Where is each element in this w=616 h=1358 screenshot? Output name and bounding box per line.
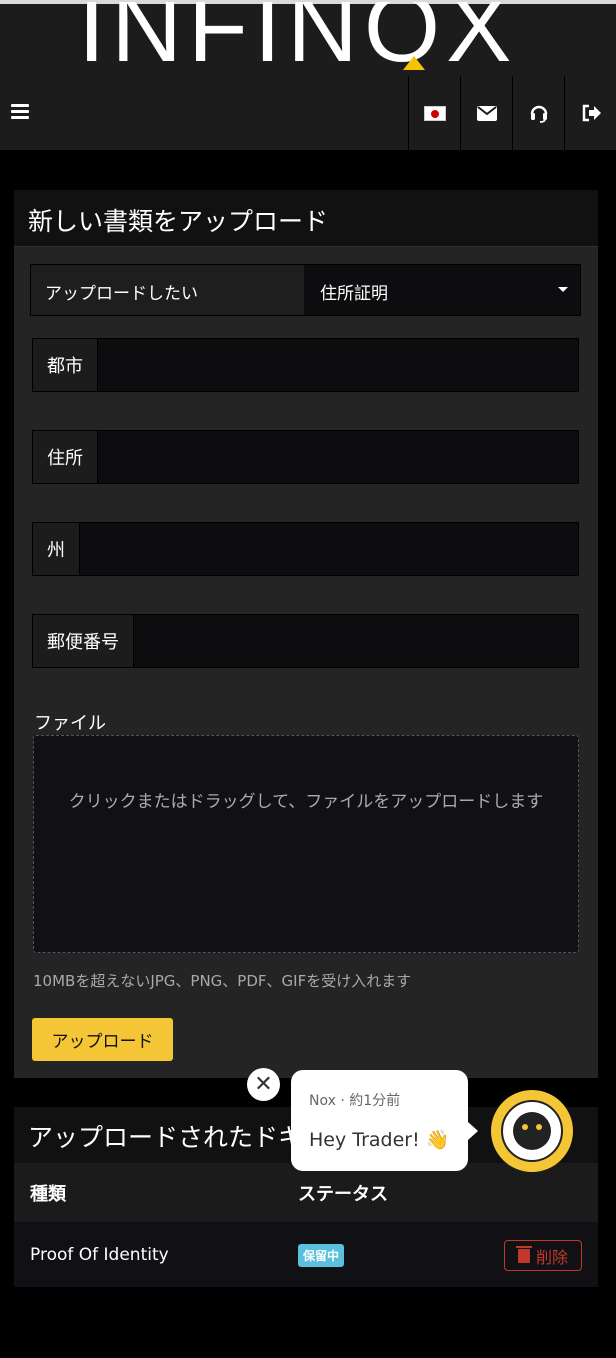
top-icon-group (408, 76, 616, 150)
delete-button[interactable]: 削除 (504, 1240, 582, 1271)
file-label: ファイル (34, 713, 106, 734)
address-field: 住所 (32, 430, 579, 484)
envelope-icon (476, 105, 497, 121)
city-input[interactable] (98, 339, 578, 391)
document-type-label: アップロードしたい (31, 265, 304, 315)
address-label: 住所 (33, 431, 98, 483)
postal-code-field: 郵便番号 (32, 614, 579, 668)
chat-avatar (501, 1100, 563, 1162)
dropzone-text: クリックまたはドラッグして、ファイルをアップロードします (68, 792, 544, 812)
hamburger-menu-icon[interactable] (11, 104, 29, 120)
logo-text: INFINOX (78, 2, 518, 82)
panther-mascot-icon (513, 1112, 551, 1150)
upload-document-panel: 新しい書類をアップロード アップロードしたい 住所証明 都市 住所 州 郵便番号… (14, 190, 598, 1078)
column-header-type: 種類 (30, 1183, 66, 1205)
upload-panel-title: 新しい書類をアップロード (14, 190, 598, 247)
language-button[interactable] (408, 76, 460, 150)
postal-code-input[interactable] (134, 615, 578, 667)
file-hint: 10MBを超えないJPG、PNG、PDF、GIFを受け入れます (33, 972, 412, 990)
table-header: 種類 ステータス (14, 1163, 598, 1223)
document-type-selector[interactable]: アップロードしたい 住所証明 (30, 264, 581, 316)
headset-icon (530, 105, 547, 123)
postal-code-label: 郵便番号 (33, 615, 134, 667)
column-header-status: ステータス (298, 1183, 388, 1205)
chevron-down-icon (558, 287, 568, 292)
logo-triangle-icon (403, 56, 425, 70)
document-type-select[interactable]: 住所証明 (304, 265, 580, 315)
chat-meta: Nox · 約1分前 (309, 1093, 401, 1109)
state-field: 州 (32, 522, 579, 576)
state-label: 州 (33, 523, 80, 575)
city-label: 都市 (33, 339, 98, 391)
status-badge: 保留中 (298, 1243, 345, 1267)
document-type-value: 住所証明 (320, 284, 388, 304)
row-type: Proof Of Identity (30, 1245, 169, 1265)
logout-icon (582, 104, 601, 122)
messages-button[interactable] (460, 76, 512, 150)
trash-icon (515, 1245, 532, 1263)
chat-message: Hey Trader! 👋 (309, 1129, 450, 1151)
file-dropzone[interactable]: クリックまたはドラッグして、ファイルをアップロードします (33, 735, 579, 953)
state-input[interactable] (80, 523, 578, 575)
chat-close-button[interactable]: ✕ (247, 1068, 280, 1101)
logout-button[interactable] (564, 76, 616, 150)
chat-popup[interactable]: Nox · 約1分前 Hey Trader! 👋 (291, 1070, 478, 1171)
brand-logo[interactable]: INFINOX (78, 2, 534, 82)
support-button[interactable] (512, 76, 564, 150)
delete-label: 削除 (535, 1247, 568, 1267)
city-field: 都市 (32, 338, 579, 392)
flag-japan-icon (423, 105, 446, 121)
upload-button[interactable]: アップロード (32, 1018, 173, 1061)
top-navbar: INFINOX (0, 0, 616, 150)
chat-launcher-button[interactable] (491, 1090, 573, 1172)
address-input[interactable] (98, 431, 578, 483)
table-row: Proof Of Identity 保留中 削除 (14, 1223, 598, 1287)
